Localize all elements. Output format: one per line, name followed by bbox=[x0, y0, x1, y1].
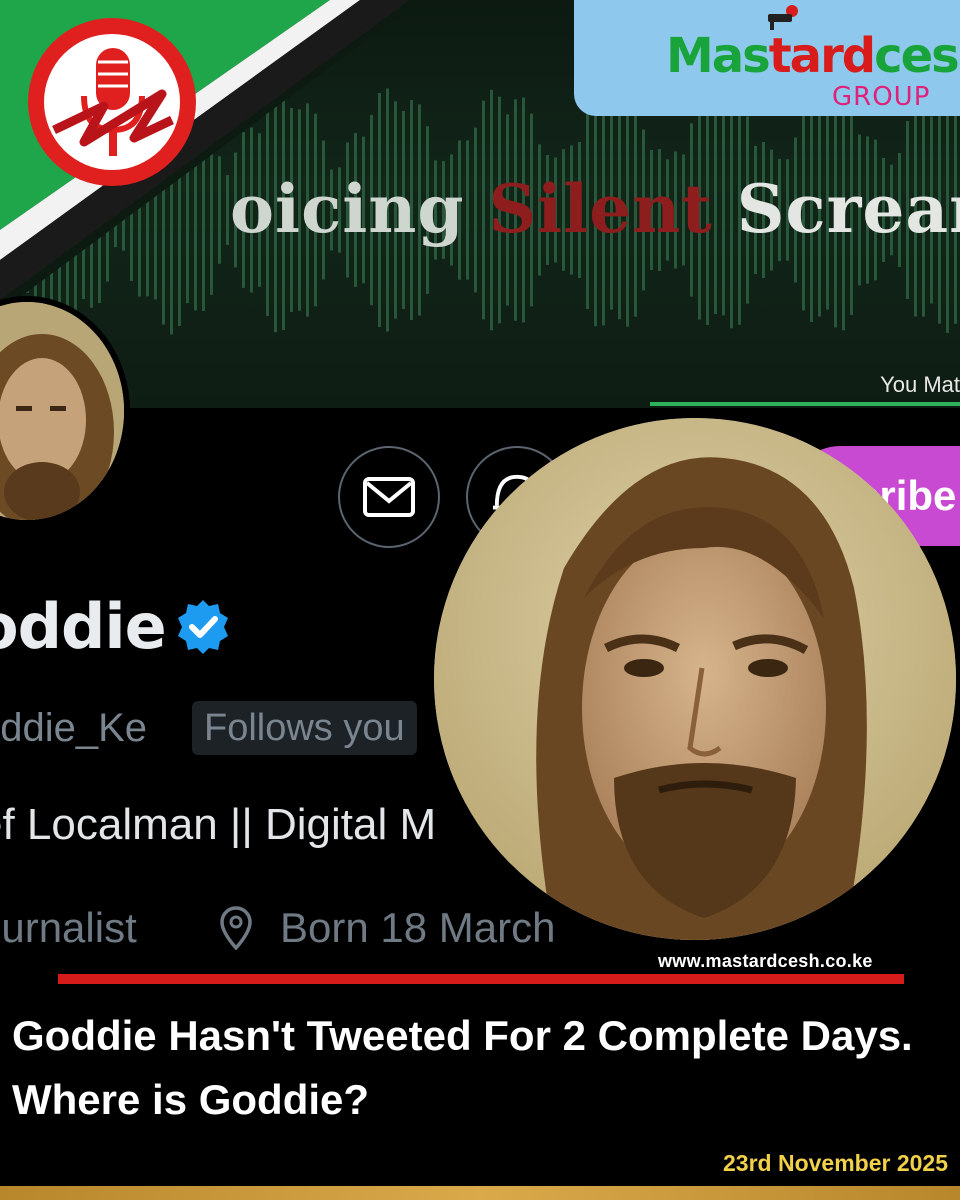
banner-title-word-2: Silent bbox=[488, 170, 713, 248]
brand-name-part-2: tard bbox=[768, 28, 876, 84]
banner-title-word-3: Screams bbox=[736, 170, 960, 248]
verified-badge-icon bbox=[178, 600, 228, 654]
brand-subtitle: GROUP bbox=[832, 82, 931, 112]
news-graphic: oicing Silent Screams You Mat bbox=[0, 0, 960, 1200]
brand-name-part-3: cesh bbox=[874, 28, 960, 84]
headline: Goddie Hasn't Tweeted For 2 Complete Day… bbox=[12, 1012, 913, 1123]
mail-icon bbox=[363, 477, 415, 517]
website-url[interactable]: www.mastardcesh.co.ke bbox=[658, 951, 873, 972]
brand-logo-box: Mastardcesh GROUP bbox=[574, 0, 960, 116]
featured-portrait bbox=[434, 418, 956, 940]
brand-name-part-1: Mas bbox=[666, 28, 771, 84]
banner-accent-line bbox=[650, 402, 960, 406]
station-logo-inner bbox=[44, 34, 180, 170]
message-button[interactable] bbox=[338, 446, 440, 548]
follows-you-badge: Follows you bbox=[192, 701, 417, 755]
banner-tagline: You Mat bbox=[880, 372, 960, 397]
headline-divider bbox=[58, 974, 904, 984]
profile-handle[interactable]: oddie_Ke bbox=[0, 706, 147, 751]
profile-birthday: Born 18 March bbox=[280, 904, 556, 951]
station-logo bbox=[28, 18, 196, 186]
bottom-accent-strip bbox=[0, 1186, 960, 1200]
brand-name: Mastardcesh bbox=[666, 28, 960, 84]
portrait-graphic bbox=[434, 418, 956, 940]
publish-date: 23rd November 2025 bbox=[722, 1150, 948, 1176]
profile-job: ournalist bbox=[0, 904, 137, 951]
profile-bio: ef Localman || Digital M bbox=[0, 800, 437, 849]
brand-mic-icon bbox=[768, 5, 798, 30]
profile-display-name: oddie bbox=[0, 590, 167, 663]
microphone-logo-icon bbox=[52, 48, 174, 156]
location-pin-icon bbox=[220, 906, 252, 950]
